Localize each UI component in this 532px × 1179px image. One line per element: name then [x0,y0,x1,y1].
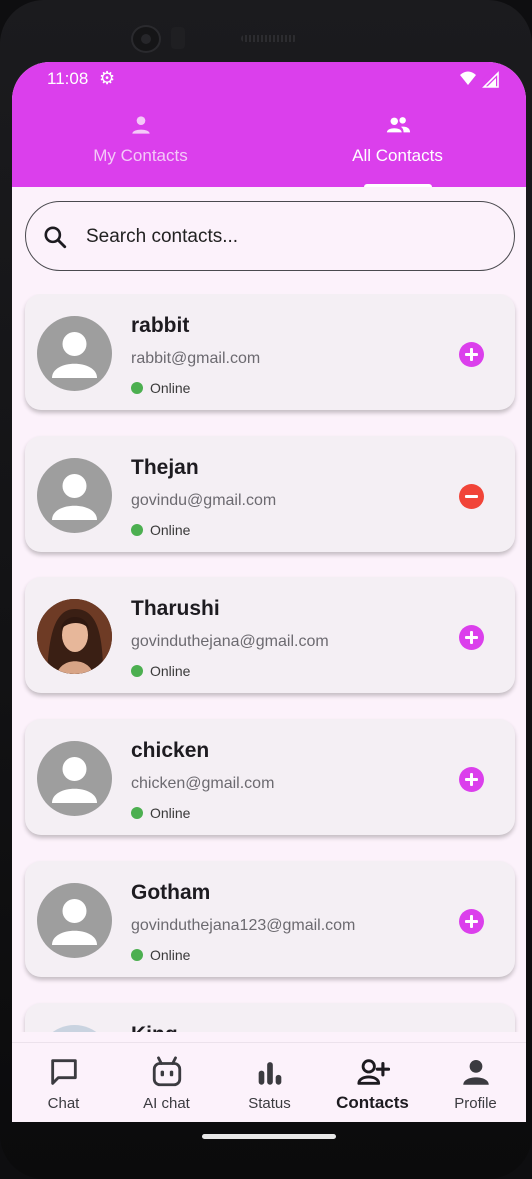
bar-chart-icon [258,1062,281,1085]
robot-icon [152,1056,181,1087]
profile-photo-image [37,599,112,674]
contact-email: govinduthejana123@gmail.com [131,917,356,934]
default-avatar-icon [52,757,97,803]
contact-card[interactable]: Gotham govinduthejana123@gmail.com Onlin… [25,861,515,977]
contact-email: govindu@gmail.com [131,492,277,509]
tab-my-contacts[interactable]: My Contacts [12,112,269,187]
nav-contacts[interactable]: Contacts [321,1043,424,1122]
add-contact-button[interactable] [459,909,484,934]
add-contact-button[interactable] [459,342,484,367]
status-text: Online [150,947,191,963]
search-input[interactable]: Search contacts... [25,201,515,271]
avatar [37,741,112,816]
tab-all-contacts[interactable]: All Contacts [269,112,526,187]
search-placeholder: Search contacts... [86,226,239,247]
online-status: Online [131,380,190,396]
status-text: Online [150,522,191,538]
search-icon [44,226,67,249]
status-bar: 11:08 ⚙ [12,62,526,98]
people-icon [386,117,410,133]
person-icon [131,116,150,134]
wifi-battery-icon [460,70,499,88]
avatar [37,316,112,391]
online-status: Online [131,805,190,821]
contact-card[interactable]: King [25,1003,515,1032]
avatar [37,458,112,533]
contact-email: chicken@gmail.com [131,775,275,792]
active-tab-indicator [364,184,432,187]
contact-name: Tharushi [131,597,220,620]
status-time: 11:08 [47,69,89,88]
remove-contact-button[interactable] [459,484,484,509]
profile-icon [462,1059,489,1085]
nav-profile[interactable]: Profile [424,1043,526,1122]
online-status: Online [131,522,190,538]
nav-label: Status [248,1095,291,1112]
contact-name: chicken [131,739,210,762]
add-person-icon [356,1059,390,1085]
contact-card[interactable]: Tharushi govinduthejana@gmail.com Online [25,577,515,693]
add-contact-button[interactable] [459,767,484,792]
home-indicator[interactable] [202,1134,336,1139]
tab-label: All Contacts [352,146,443,165]
phone-frame: 11:08 ⚙ My Contacts All Contacts Search … [0,0,532,1179]
bottom-navigation: Chat AI chat Status Contacts Profile [12,1042,526,1122]
contact-card[interactable]: rabbit rabbit@gmail.com Online [25,294,515,410]
contact-name: King [131,1023,178,1032]
app-screen: 11:08 ⚙ My Contacts All Contacts Search … [12,62,526,1122]
status-text: Online [150,805,191,821]
online-status: Online [131,947,190,963]
contact-list[interactable]: rabbit rabbit@gmail.com Online Thejan go… [12,294,526,1032]
default-avatar-icon [52,899,97,945]
profile-photo [37,599,112,674]
tab-label: My Contacts [93,146,188,165]
contact-email: govinduthejana@gmail.com [131,633,329,650]
online-dot [131,524,143,536]
avatar [37,883,112,958]
nav-label: Profile [454,1095,497,1112]
online-status: Online [131,663,190,679]
contact-email: rabbit@gmail.com [131,350,261,367]
default-avatar-icon [52,474,97,520]
online-dot [131,807,143,819]
profile-photo [37,1025,112,1032]
status-text: Online [150,380,191,396]
nav-ai-chat[interactable]: AI chat [115,1043,218,1122]
earpiece-speaker [241,35,297,42]
add-contact-button[interactable] [459,625,484,650]
default-avatar-icon [52,332,97,378]
contact-name: Gotham [131,881,211,904]
online-dot [131,949,143,961]
front-camera [131,25,161,53]
nav-label: Contacts [336,1093,409,1112]
nav-label: AI chat [143,1095,190,1112]
nav-label: Chat [47,1095,80,1112]
nav-chat[interactable]: Chat [12,1043,115,1122]
contact-card[interactable]: chicken chicken@gmail.com Online [25,719,515,835]
gear-icon: ⚙ [99,68,116,88]
online-dot [131,665,143,677]
contact-name: rabbit [131,314,190,337]
proximity-sensor [171,27,185,49]
chat-bubble-icon [50,1059,77,1085]
contact-card[interactable]: Thejan govindu@gmail.com Online [25,436,515,552]
contact-name: Thejan [131,456,199,479]
app-header: 11:08 ⚙ My Contacts All Contacts [12,62,526,187]
online-dot [131,382,143,394]
status-text: Online [150,663,191,679]
nav-status[interactable]: Status [218,1043,321,1122]
